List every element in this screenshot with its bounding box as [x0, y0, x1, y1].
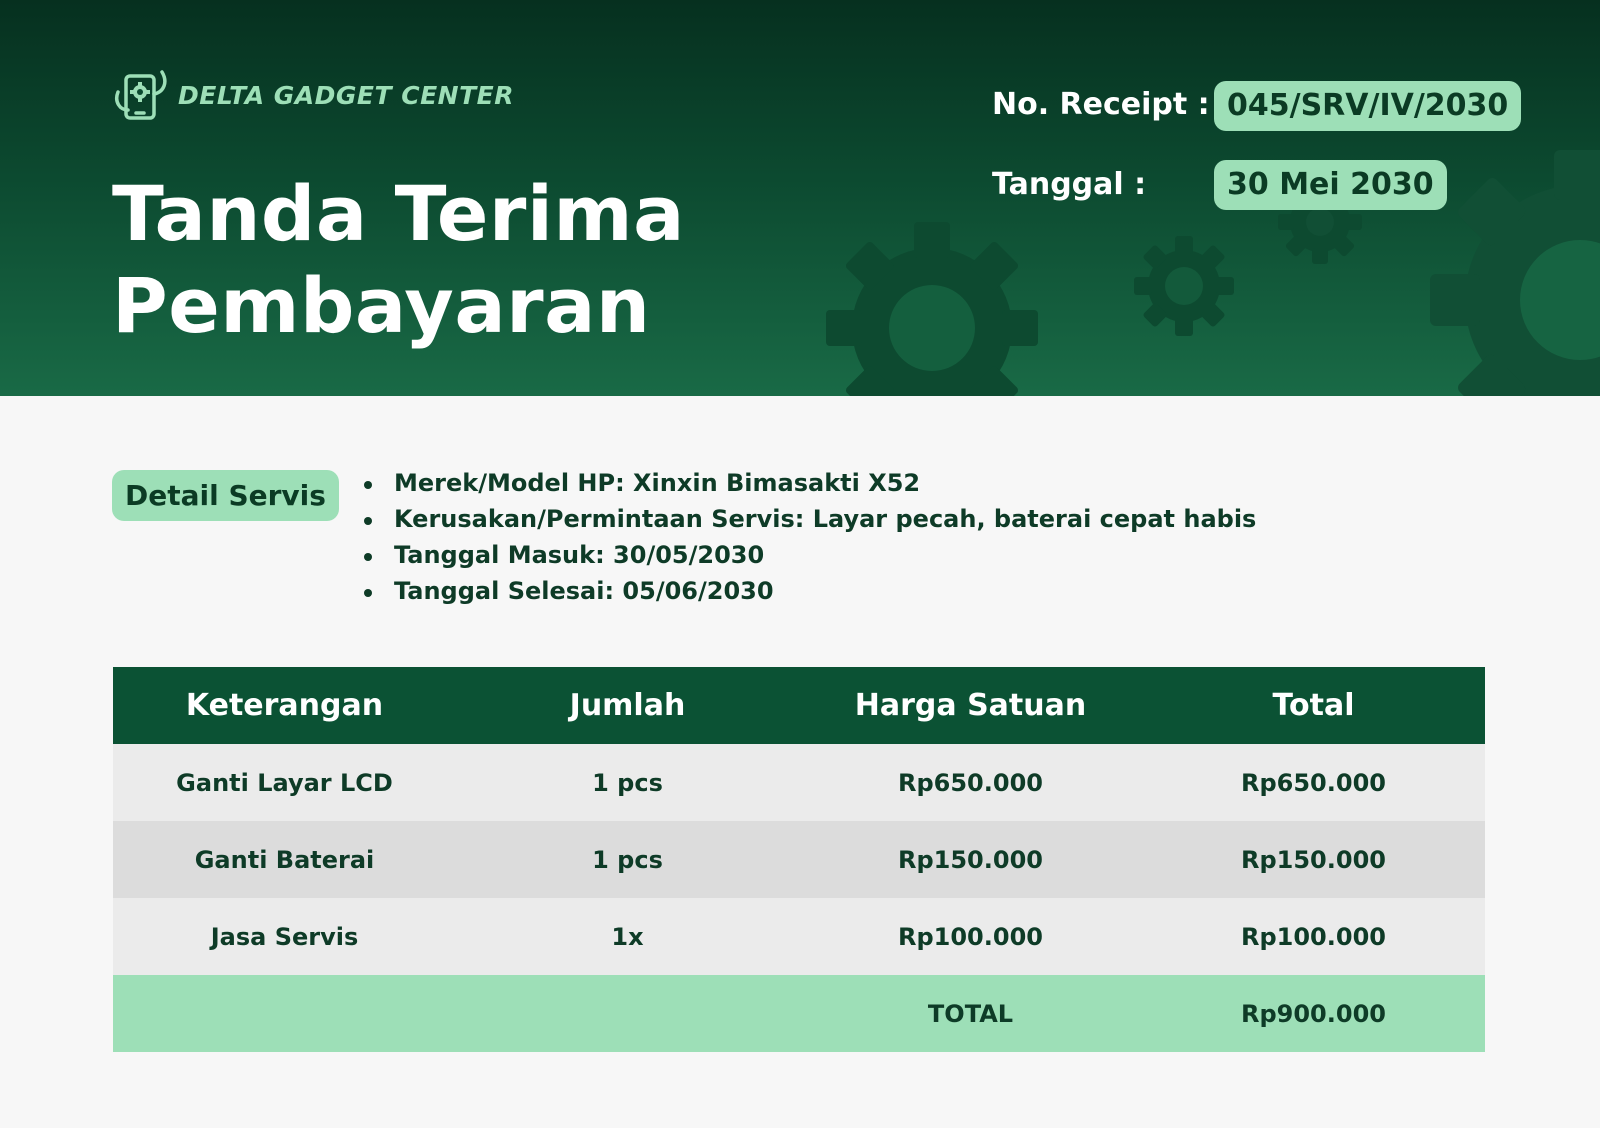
phone-repair-icon — [115, 70, 167, 120]
brand: DELTA GADGET CENTER — [112, 66, 514, 124]
table-header-row: Keterangan Jumlah Harga Satuan Total — [113, 667, 1485, 744]
detail-item-model: Merek/Model HP: Xinxin Bimasakti X52 — [362, 465, 1256, 501]
gear-icon — [1430, 150, 1600, 396]
total-value: Rp900.000 — [1241, 999, 1386, 1028]
table-cell: Rp650.000 — [898, 768, 1043, 797]
table-cell: 1 pcs — [592, 768, 663, 797]
receipt-date-badge: 30 Mei 2030 — [1214, 160, 1447, 210]
total-label: TOTAL — [927, 999, 1014, 1028]
detail-servis-badge: Detail Servis — [112, 470, 339, 521]
page-title: Tanda Terima Pembayaran — [112, 168, 685, 352]
title-line-2: Pembayaran — [112, 261, 651, 350]
table-total-row: TOTAL Rp900.000 — [113, 975, 1485, 1052]
table-cell: 1x — [611, 922, 644, 951]
table-cell: Rp150.000 — [1241, 845, 1386, 874]
detail-item-damage: Kerusakan/Permintaan Servis: Layar pecah… — [362, 501, 1256, 537]
table-cell: Rp100.000 — [898, 922, 1043, 951]
table-row: Jasa Servis 1x Rp100.000 Rp100.000 — [113, 898, 1485, 975]
table-cell: Ganti Baterai — [194, 845, 375, 874]
gear-icon — [826, 222, 1038, 396]
payment-table: Keterangan Jumlah Harga Satuan Total Gan… — [113, 667, 1485, 1052]
table-cell: Rp100.000 — [1241, 922, 1386, 951]
table-row: Ganti Layar LCD 1 pcs Rp650.000 Rp650.00… — [113, 744, 1485, 821]
receipt-date-label: Tanggal : — [992, 167, 1147, 202]
column-header: Keterangan — [185, 688, 384, 723]
table-row: Ganti Baterai 1 pcs Rp150.000 Rp150.000 — [113, 821, 1485, 898]
table-cell: Rp150.000 — [898, 845, 1043, 874]
detail-list: Merek/Model HP: Xinxin Bimasakti X52 Ker… — [362, 465, 1256, 609]
column-header: Jumlah — [569, 688, 686, 723]
receipt-number-badge: 045/SRV/IV/2030 — [1214, 81, 1522, 131]
brand-name: DELTA GADGET CENTER — [178, 80, 514, 110]
table-cell: Ganti Layar LCD — [176, 768, 393, 797]
title-line-1: Tanda Terima — [112, 169, 685, 258]
header-banner: DELTA GADGET CENTER Tanda Terima Pembaya… — [0, 0, 1600, 396]
receipt-number-label: No. Receipt : — [992, 87, 1210, 122]
table-cell-empty — [456, 975, 799, 1052]
table-cell-empty — [113, 975, 456, 1052]
gear-icon — [1134, 236, 1234, 336]
column-header: Total — [1272, 688, 1355, 723]
detail-item-date-done: Tanggal Selesai: 05/06/2030 — [362, 573, 1256, 609]
table-cell: Rp650.000 — [1241, 768, 1386, 797]
table-cell: Jasa Servis — [210, 922, 359, 951]
detail-item-date-in: Tanggal Masuk: 30/05/2030 — [362, 537, 1256, 573]
table-cell: 1 pcs — [592, 845, 663, 874]
column-header: Harga Satuan — [854, 688, 1087, 723]
